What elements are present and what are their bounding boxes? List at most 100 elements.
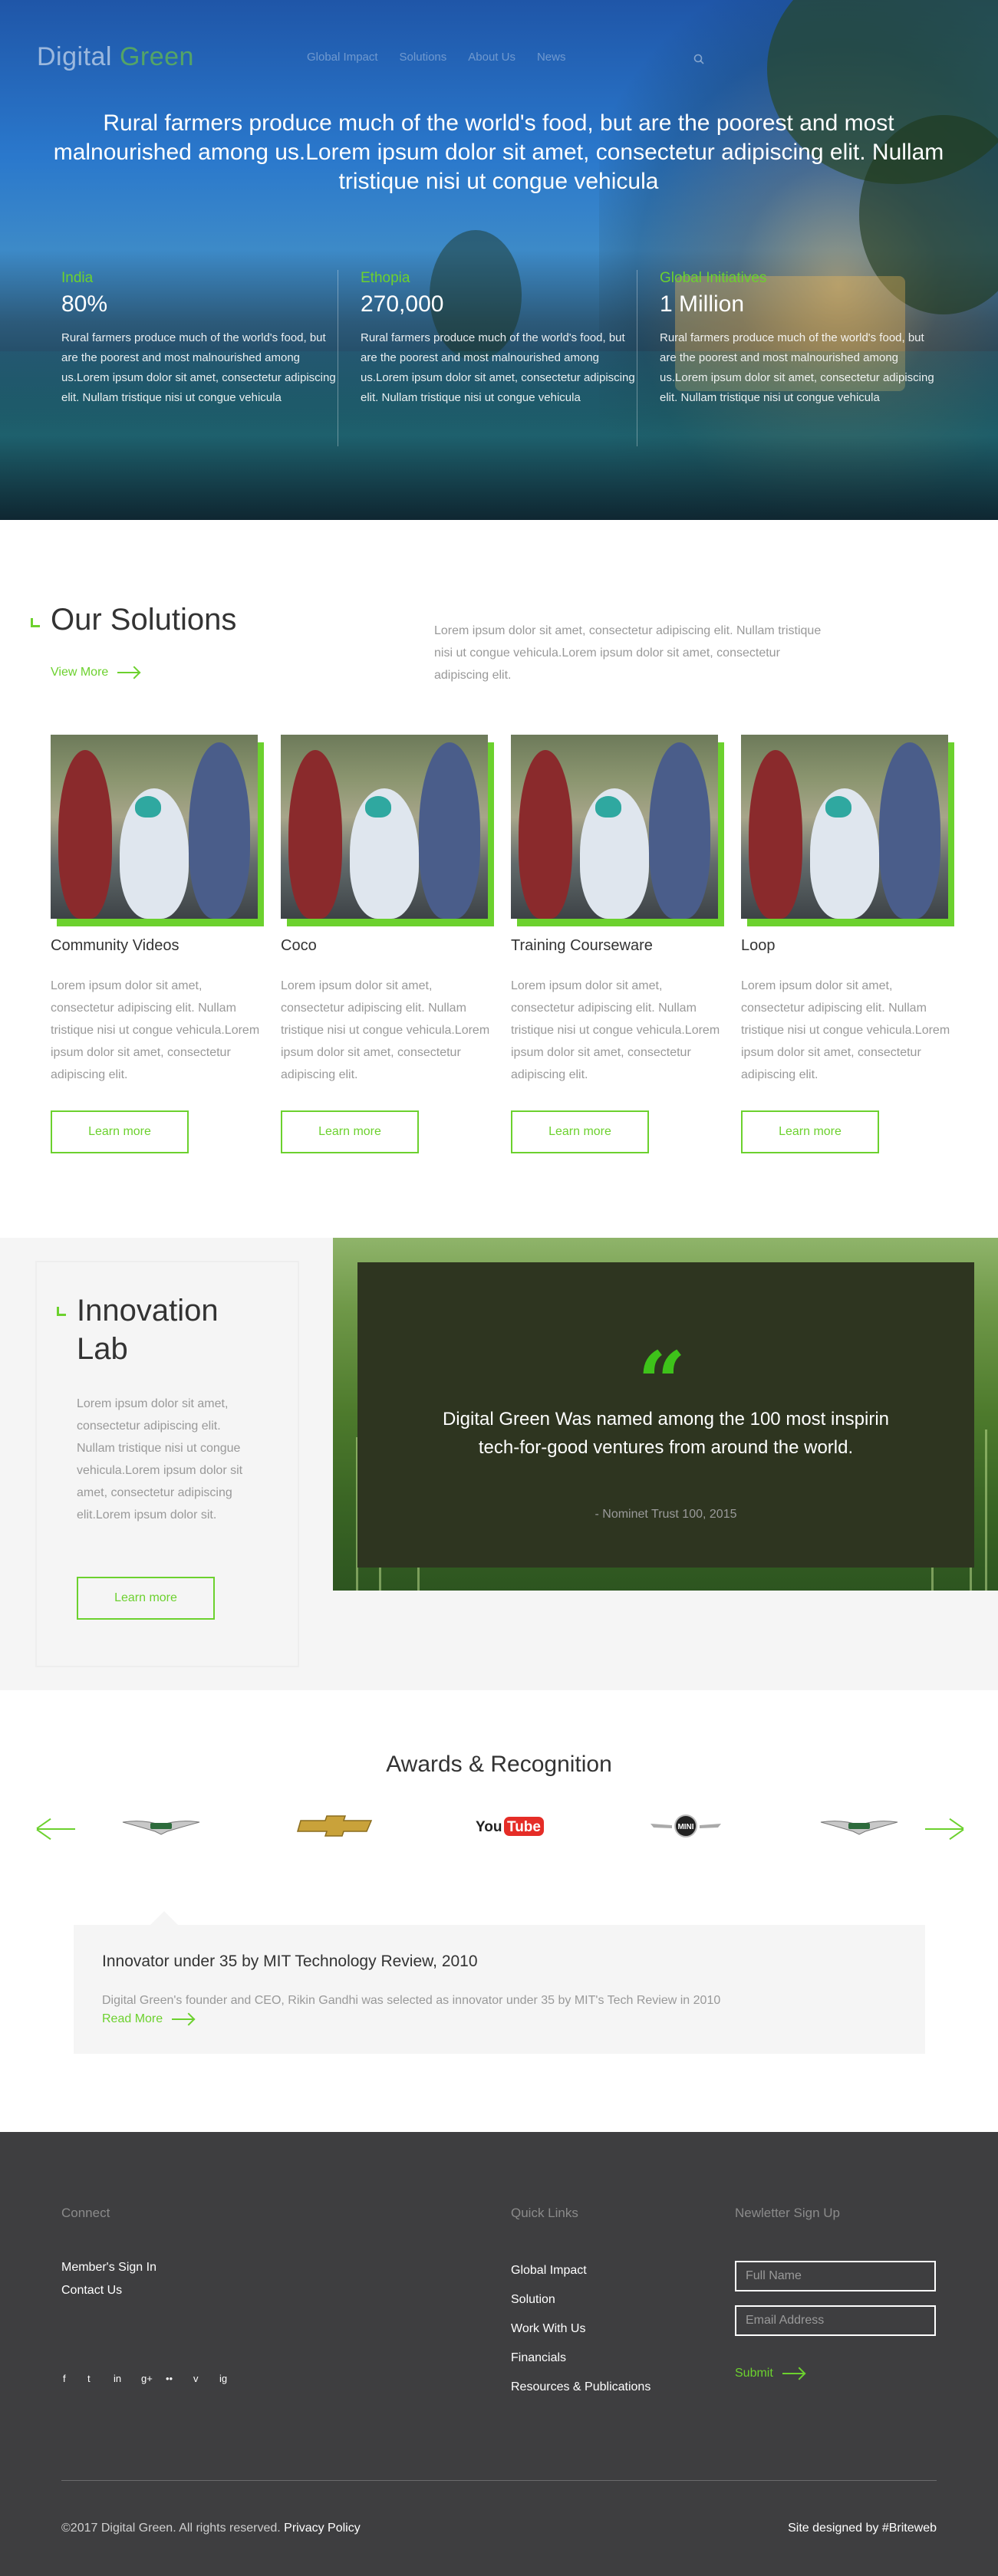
card-title: Community Videos [51,937,180,954]
card-image[interactable] [741,735,954,926]
stat-ethopia: Ethopia 270,000 Rural farmers produce mu… [361,270,637,408]
youtube-logo-text: Tube [507,1819,541,1835]
footer-link-global-impact[interactable]: Global Impact [511,2264,587,2278]
arrow-right-icon [782,2372,804,2374]
hero-headline: Rural farmers produce much of the world'… [53,110,944,194]
card-image[interactable] [511,735,724,926]
read-more-label: Read More [102,2012,163,2025]
card-desc: Lorem ipsum dolor sit amet, consectetur … [281,979,490,1081]
submit-button[interactable]: Submit [735,2367,804,2380]
card-desc: Lorem ipsum dolor sit amet, consectetur … [511,979,720,1081]
youtube-logo[interactable]: You Tube [474,1814,546,1837]
footer-connect-title: Connect [61,2206,110,2220]
footer-link-resources[interactable]: Resources & Publications [511,2380,651,2394]
site-credit[interactable]: Site designed by #Briteweb [788,2522,937,2535]
nav-item-about-us[interactable]: About Us [468,51,515,64]
copyright-text: ©2017 Digital Green. All rights reserved… [61,2522,285,2535]
lab-title-line: Innovation [77,1294,219,1327]
footer-divider [61,2480,937,2481]
bracket-icon [57,1307,66,1316]
award-desc: Digital Green's founder and CEO, Rikin G… [102,1994,721,2007]
mini-logo-text: MINI [677,1823,693,1831]
contact-us-link[interactable]: Contact Us [61,2284,122,2298]
arrow-right-icon [117,671,140,673]
card-desc: Lorem ipsum dolor sit amet, consectetur … [51,979,260,1081]
learn-more-button[interactable]: Learn more [511,1110,649,1153]
quote-source: - Nominet Trust 100, 2015 [595,1508,737,1521]
nav-item-solutions[interactable]: Solutions [400,51,447,64]
stat-value: 270,000 [361,291,444,317]
stat-india: India 80% Rural farmers produce much of … [61,270,338,408]
stat-title: Ethopia [361,270,410,286]
privacy-policy-link[interactable]: Privacy Policy [284,2522,361,2535]
card-image[interactable] [281,735,494,926]
footer [0,2132,998,2576]
section-title-lab: Innovation Lab [77,1291,219,1368]
farmers-photo [741,735,948,919]
award-detail-card [74,1925,925,2054]
google-plus-icon[interactable]: g+ [141,2373,153,2384]
vimeo-icon[interactable]: v [193,2373,199,2384]
footer-link-financials[interactable]: Financials [511,2351,566,2365]
logo[interactable]: Digital Green [37,42,194,72]
stat-value: 80% [61,291,108,317]
award-title: Innovator under 35 by MIT Technology Rev… [102,1953,478,1970]
stat-desc: Rural farmers produce much of the world'… [61,331,336,404]
stat-global: Global Initiatives 1 Million Rural farme… [660,270,936,408]
learn-more-button[interactable]: Learn more [281,1110,419,1153]
lab-title-line: Lab [77,1332,128,1366]
card-title: Loop [741,937,776,954]
card-desc: Lorem ipsum dolor sit amet, consectetur … [741,979,950,1081]
stat-title: India [61,270,94,286]
farmers-photo [281,735,488,919]
nav-item-global-impact[interactable]: Global Impact [307,51,378,64]
learn-more-button[interactable]: Learn more [741,1110,879,1153]
mini-logo[interactable]: MINI [649,1814,723,1837]
youtube-logo-text: You [476,1819,502,1835]
lab-desc: Lorem ipsum dolor sit amet, consectetur … [77,1397,243,1522]
footer-link-work-with-us[interactable]: Work With Us [511,2322,585,2336]
nav-item-news[interactable]: News [537,51,566,64]
award-pointer [150,1911,178,1925]
view-more-link[interactable]: View More [51,666,140,679]
footer-newsletter-title: Newletter Sign Up [735,2206,841,2220]
solution-card: Community Videos Lorem ipsum dolor sit a… [51,735,265,1086]
full-name-field[interactable] [735,2261,936,2291]
search-icon[interactable] [693,54,704,64]
section-title-awards: Awards & Recognition [386,1752,612,1777]
linkedin-icon[interactable]: in [114,2373,121,2384]
flickr-icon[interactable]: •• [166,2373,173,2384]
members-sign-in-link[interactable]: Member's Sign In [61,2261,156,2275]
farmers-photo [511,735,718,919]
copyright: ©2017 Digital Green. All rights reserved… [61,2522,361,2535]
arrow-left-icon[interactable] [37,1828,75,1830]
read-more-link[interactable]: Read More [102,2012,194,2026]
solutions-intro: Lorem ipsum dolor sit amet, consectetur … [434,624,822,682]
bracket-icon [31,618,40,627]
email-field[interactable] [735,2305,936,2336]
view-more-label: View More [51,666,109,679]
twitter-icon[interactable]: t [87,2373,91,2384]
lab-learn-more-button[interactable]: Learn more [77,1577,215,1620]
farmers-photo [51,735,258,919]
card-image[interactable] [51,735,264,926]
logo-text-green: Green [119,42,194,71]
arrow-right-icon [172,2018,194,2020]
hero-banner [0,0,998,520]
learn-more-button[interactable]: Learn more [51,1110,189,1153]
aston-martin-logo[interactable] [121,1814,201,1837]
instagram-icon[interactable]: ig [219,2373,227,2384]
submit-label: Submit [735,2367,773,2380]
footer-link-solution[interactable]: Solution [511,2293,555,2307]
solution-card: Training Courseware Lorem ipsum dolor si… [511,735,726,1086]
facebook-icon[interactable]: f [63,2373,66,2384]
aston-martin-logo[interactable] [819,1814,899,1837]
section-title-solutions: Our Solutions [51,603,237,637]
footer-quick-links-title: Quick Links [511,2206,578,2220]
chevrolet-logo[interactable] [296,1814,376,1837]
stat-desc: Rural farmers produce much of the world'… [361,331,635,404]
stat-title: Global Initiatives [660,270,767,286]
arrow-right-icon[interactable] [925,1828,963,1830]
solution-card: Coco Lorem ipsum dolor sit amet, consect… [281,735,496,1086]
card-title: Coco [281,937,317,954]
